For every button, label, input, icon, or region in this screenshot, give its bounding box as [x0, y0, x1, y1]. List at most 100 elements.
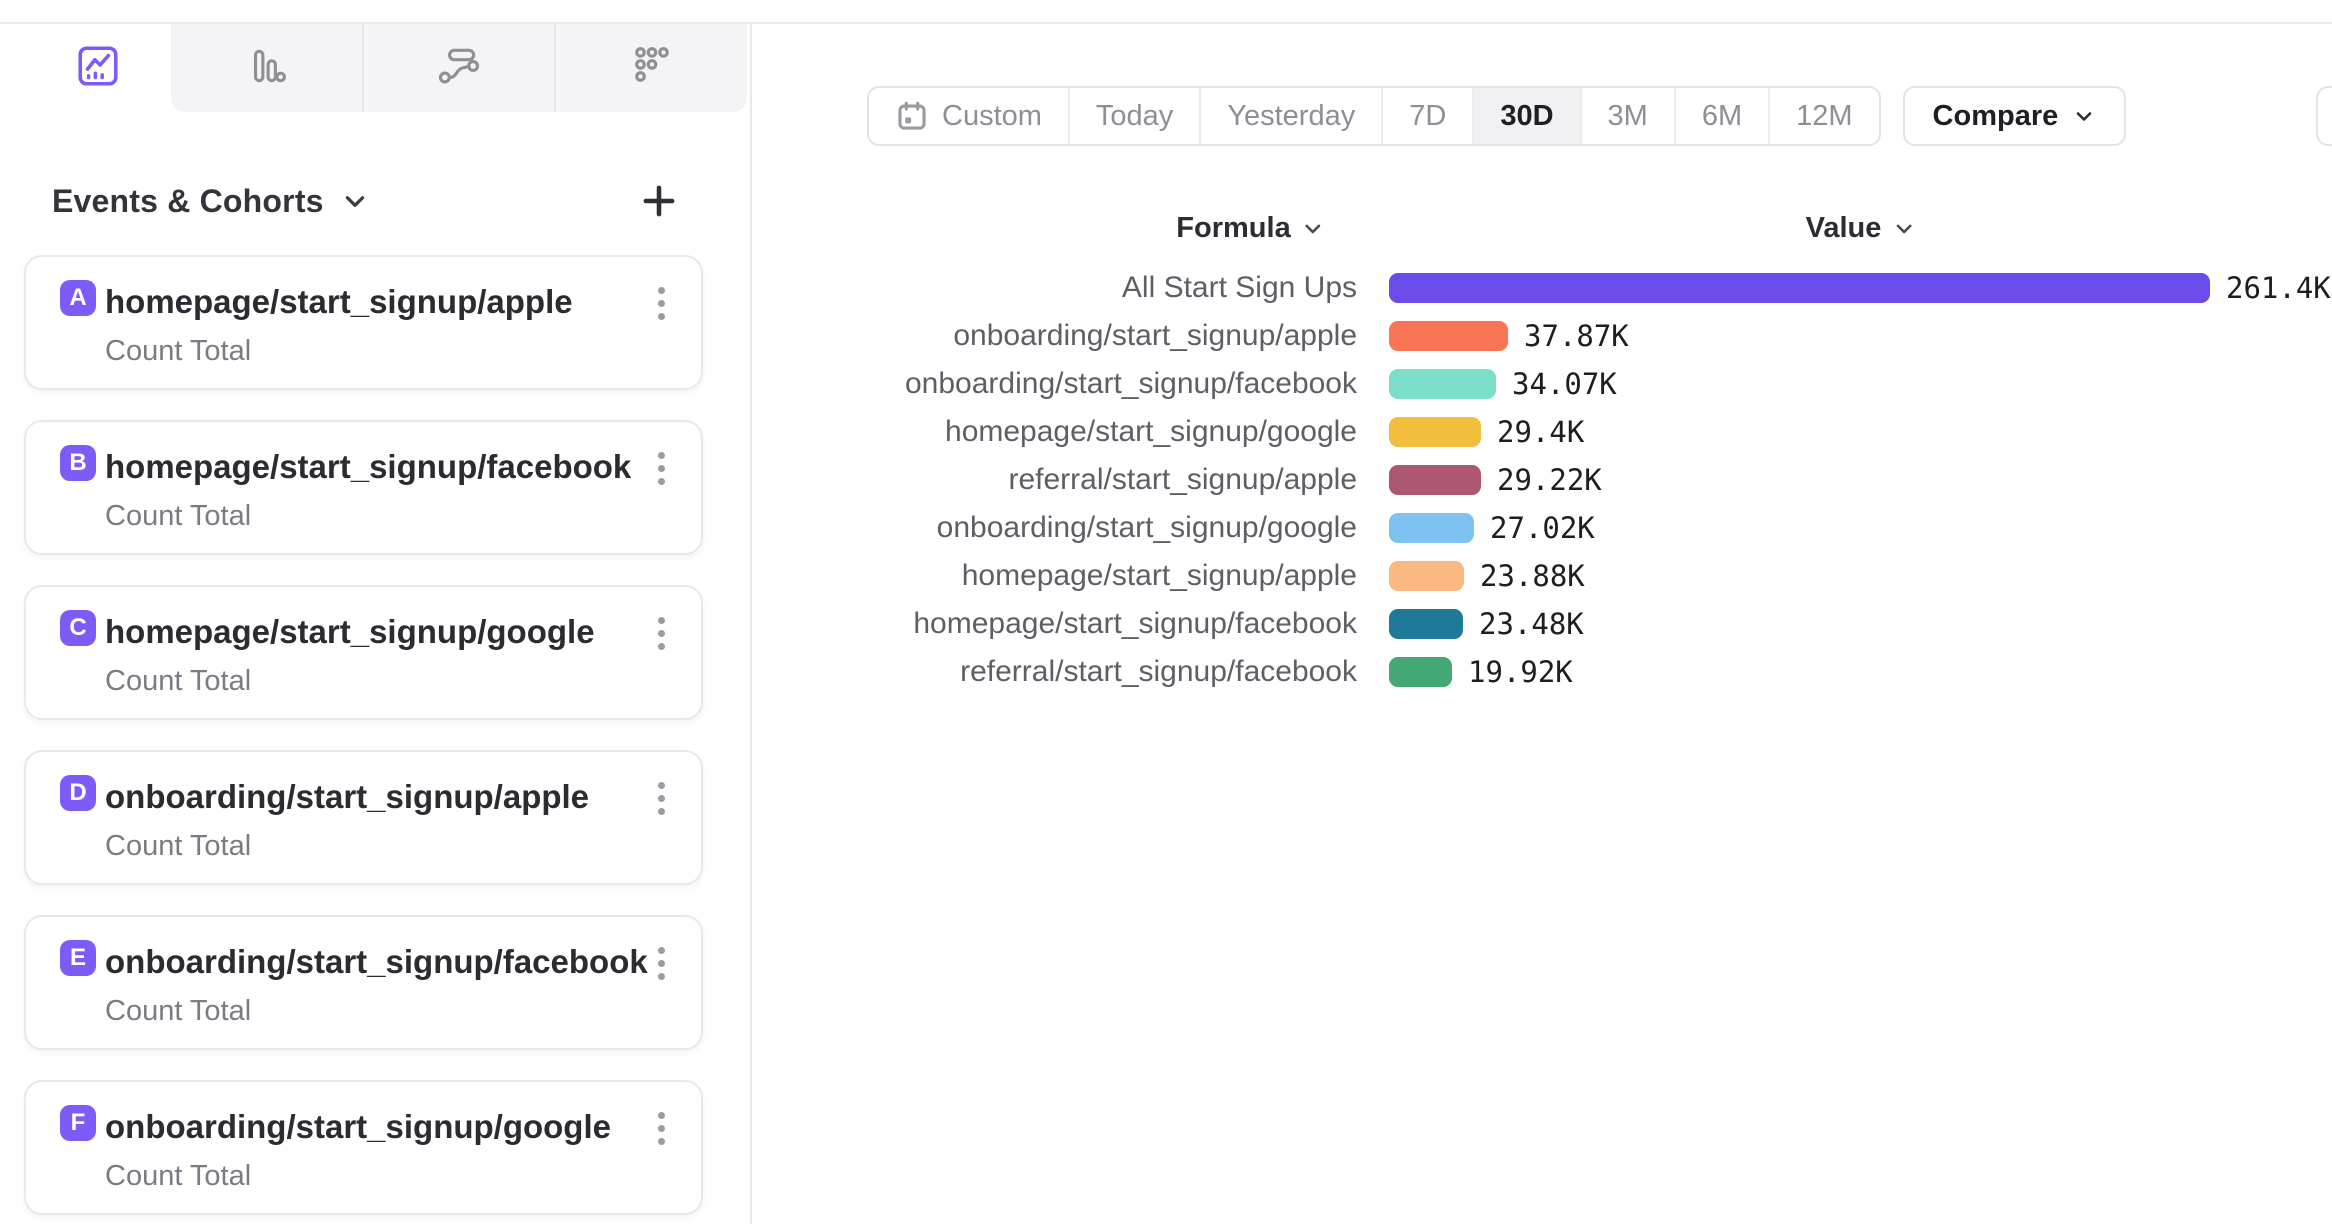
- event-card-title: onboarding/start_signup/facebook: [105, 943, 648, 981]
- date-range-label: Custom: [942, 100, 1042, 133]
- tab-insights[interactable]: [24, 24, 171, 112]
- formula-header-label: Formula: [1176, 212, 1290, 245]
- bar-row-label: referral/start_signup/facebook: [752, 655, 1357, 689]
- bar-row-label: All Start Sign Ups: [752, 271, 1357, 305]
- event-card[interactable]: B homepage/start_signup/facebook Count T…: [24, 420, 703, 555]
- bar-row: referral/start_signup/facebook 19.92K: [752, 648, 2332, 696]
- date-range-7d[interactable]: 7D: [1381, 88, 1472, 144]
- date-range-3m[interactable]: 3M: [1580, 88, 1674, 144]
- compare-button[interactable]: Compare: [1903, 86, 2127, 146]
- bar-row-label: onboarding/start_signup/google: [752, 511, 1357, 545]
- date-range-label: 6M: [1702, 100, 1742, 133]
- bar-row: referral/start_signup/apple 29.22K: [752, 456, 2332, 504]
- bar-row: All Start Sign Ups 261.4K: [752, 264, 2332, 312]
- chevron-down-icon: [1893, 218, 1914, 239]
- kebab-menu-icon[interactable]: [654, 1108, 669, 1149]
- bar-value: 23.88K: [1480, 559, 1585, 593]
- chevron-down-icon: [2072, 104, 2096, 128]
- report-type-tabs: [24, 24, 747, 112]
- events-cohorts-title: Events & Cohorts: [52, 183, 324, 220]
- bar-row-label: onboarding/start_signup/apple: [752, 319, 1357, 353]
- event-letter-badge: A: [60, 280, 96, 316]
- kebab-menu-icon[interactable]: [654, 943, 669, 984]
- date-range-label: 3M: [1608, 100, 1648, 133]
- bar-rows: All Start Sign Ups 261.4K onboarding/sta…: [752, 264, 2332, 696]
- bar-row-label: homepage/start_signup/apple: [752, 559, 1357, 593]
- bar[interactable]: [1389, 273, 2210, 303]
- event-card[interactable]: E onboarding/start_signup/facebook Count…: [24, 915, 703, 1050]
- event-card-title: homepage/start_signup/facebook: [105, 448, 631, 486]
- report-main: Custom Today Yesterday 7D30D 3M 6M 12M Compare…: [752, 24, 2332, 1224]
- event-card-title: onboarding/start_signup/google: [105, 1108, 611, 1146]
- calendar-icon: [895, 99, 929, 133]
- event-card[interactable]: F onboarding/start_signup/google Count T…: [24, 1080, 703, 1215]
- insights-report-screen: Events & Cohorts A homepage/start_signup…: [0, 0, 2332, 1224]
- date-range-label: 12M: [1796, 100, 1852, 133]
- bar[interactable]: [1389, 465, 1481, 495]
- event-card[interactable]: A homepage/start_signup/apple Count Tota…: [24, 255, 703, 390]
- value-header[interactable]: Value: [1806, 212, 1915, 245]
- value-header-label: Value: [1806, 212, 1882, 245]
- date-range-30d[interactable]: 30D: [1472, 88, 1579, 144]
- bar-value: 27.02K: [1490, 511, 1595, 545]
- kebab-menu-icon[interactable]: [654, 283, 669, 324]
- sidebar: Events & Cohorts A homepage/start_signup…: [0, 24, 752, 1224]
- bar[interactable]: [1389, 609, 1463, 639]
- bar[interactable]: [1389, 561, 1464, 591]
- kebab-menu-icon[interactable]: [654, 778, 669, 819]
- bar-row: onboarding/start_signup/apple 37.87K: [752, 312, 2332, 360]
- compare-label: Compare: [1933, 100, 2059, 133]
- event-card-title: onboarding/start_signup/apple: [105, 778, 589, 816]
- event-card[interactable]: C homepage/start_signup/google Count Tot…: [24, 585, 703, 720]
- date-range-today[interactable]: Today: [1068, 88, 1199, 144]
- events-cohorts-header: Events & Cohorts: [52, 176, 680, 226]
- event-card[interactable]: D onboarding/start_signup/apple Count To…: [24, 750, 703, 885]
- bar[interactable]: [1389, 513, 1474, 543]
- event-card-measure: Count Total: [105, 1160, 251, 1193]
- date-range-label: Yesterday: [1227, 100, 1355, 133]
- tab-bar-report[interactable]: [171, 24, 362, 112]
- event-letter-badge: E: [60, 940, 96, 976]
- tab-funnels-report[interactable]: [554, 24, 747, 112]
- date-range-yesterday[interactable]: Yesterday: [1199, 88, 1381, 144]
- event-letter-badge: D: [60, 775, 96, 811]
- event-letter-badge: F: [60, 1105, 96, 1141]
- bar-row: homepage/start_signup/google 29.4K: [752, 408, 2332, 456]
- event-card-title: homepage/start_signup/google: [105, 613, 595, 651]
- bar-value: 34.07K: [1512, 367, 1617, 401]
- bar[interactable]: [1389, 369, 1496, 399]
- bar-row: homepage/start_signup/facebook 23.48K: [752, 600, 2332, 648]
- bar-row-label: onboarding/start_signup/facebook: [752, 367, 1357, 401]
- kebab-menu-icon[interactable]: [654, 448, 669, 489]
- event-letter-badge: B: [60, 445, 96, 481]
- date-range-selector: Custom Today Yesterday 7D30D 3M 6M 12M: [867, 86, 1881, 146]
- event-card-measure: Count Total: [105, 995, 251, 1028]
- tab-flows-report[interactable]: [362, 24, 555, 112]
- bar-row: onboarding/start_signup/facebook 34.07K: [752, 360, 2332, 408]
- chevron-down-icon[interactable]: [342, 188, 368, 214]
- bar[interactable]: [1389, 417, 1481, 447]
- event-letter-badge: C: [60, 610, 96, 646]
- bar[interactable]: [1389, 657, 1452, 687]
- bar-row: onboarding/start_signup/google 27.02K: [752, 504, 2332, 552]
- event-card-title: homepage/start_signup/apple: [105, 283, 573, 321]
- bar-value: 19.92K: [1468, 655, 1573, 689]
- kebab-menu-icon[interactable]: [654, 613, 669, 654]
- chevron-down-icon: [1303, 218, 1324, 239]
- event-card-list: A homepage/start_signup/apple Count Tota…: [24, 255, 703, 1224]
- bar[interactable]: [1389, 321, 1508, 351]
- add-event-button[interactable]: [638, 180, 680, 222]
- event-card-measure: Count Total: [105, 830, 251, 863]
- date-range-custom[interactable]: Custom: [869, 88, 1068, 144]
- bar-row: homepage/start_signup/apple 23.88K: [752, 552, 2332, 600]
- clipped-edge-button[interactable]: [2316, 86, 2332, 146]
- bar-row-label: referral/start_signup/apple: [752, 463, 1357, 497]
- formula-header[interactable]: Formula: [1176, 212, 1323, 245]
- date-range-12m[interactable]: 12M: [1768, 88, 1878, 144]
- event-card-measure: Count Total: [105, 335, 251, 368]
- flows-report-icon: [436, 43, 482, 94]
- bar-value: 261.4K: [2226, 271, 2331, 305]
- bar-value: 29.22K: [1497, 463, 1602, 497]
- date-range-6m[interactable]: 6M: [1674, 88, 1768, 144]
- bar-value: 37.87K: [1524, 319, 1629, 353]
